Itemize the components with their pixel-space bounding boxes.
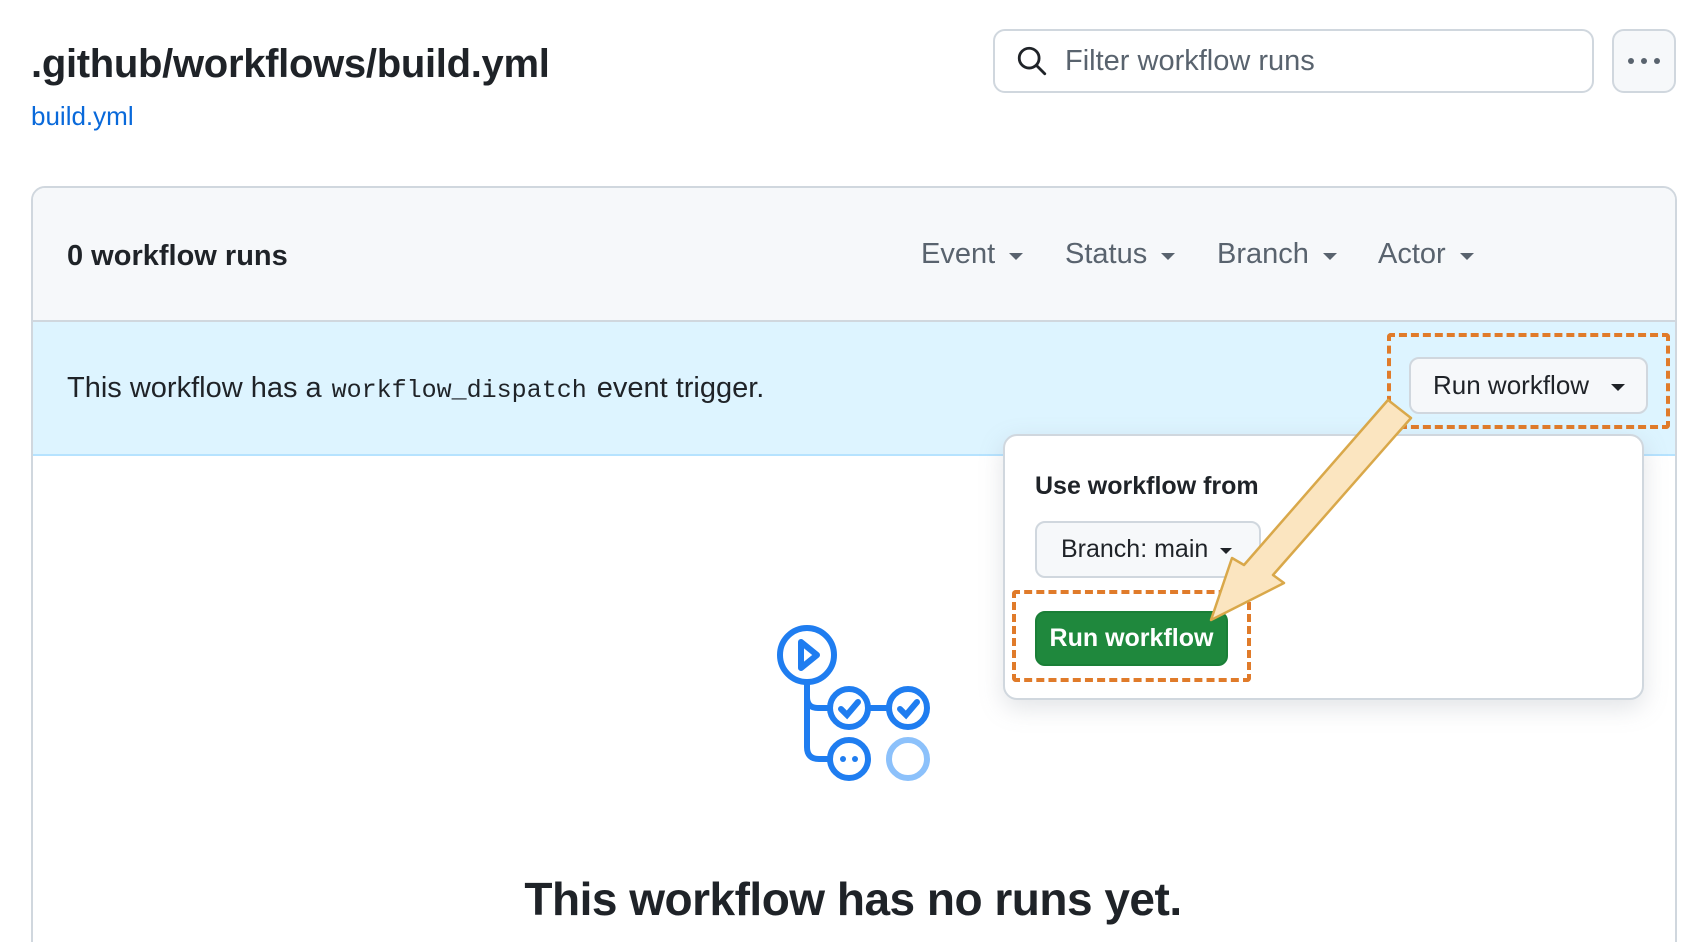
caret-down-icon — [1161, 252, 1176, 260]
caret-down-icon — [1611, 383, 1626, 391]
caret-down-icon — [1009, 252, 1024, 260]
more-options-button[interactable] — [1612, 29, 1676, 93]
filter-branch-dropdown[interactable]: Branch — [1217, 238, 1337, 271]
filter-runs-input[interactable] — [1065, 44, 1585, 78]
runs-count: 0 workflow runs — [67, 240, 288, 272]
kebab-horizontal-icon — [1628, 58, 1634, 64]
filter-actor-dropdown[interactable]: Actor — [1378, 238, 1474, 271]
caret-down-icon — [1322, 252, 1337, 260]
filter-event-dropdown[interactable]: Event — [921, 238, 1024, 271]
workflow-dispatch-code: workflow_dispatch — [331, 376, 587, 405]
runs-panel-header: 0 workflow runs Event Status Branch Acto… — [33, 188, 1675, 322]
dispatch-banner-text: This workflow has a workflow_dispatch even… — [67, 372, 765, 405]
filter-status-dropdown[interactable]: Status — [1065, 238, 1176, 271]
run-workflow-dropdown-button[interactable]: Run workflow — [1409, 357, 1648, 414]
caret-down-icon — [1459, 252, 1474, 260]
branch-select-button[interactable]: Branch: main — [1035, 521, 1261, 578]
filter-runs-search[interactable] — [993, 29, 1594, 93]
search-icon — [1017, 46, 1047, 76]
workflow-file-link[interactable]: build.yml — [31, 101, 134, 132]
run-workflow-submit-button[interactable]: Run workflow — [1035, 611, 1228, 666]
empty-state-title: This workflow has no runs yet. — [524, 873, 1182, 925]
workflow-runs-icon — [777, 625, 930, 781]
caret-down-icon — [1220, 548, 1233, 554]
use-workflow-from-label: Use workflow from — [1035, 472, 1259, 500]
page-title: .github/workflows/build.yml — [31, 42, 550, 86]
